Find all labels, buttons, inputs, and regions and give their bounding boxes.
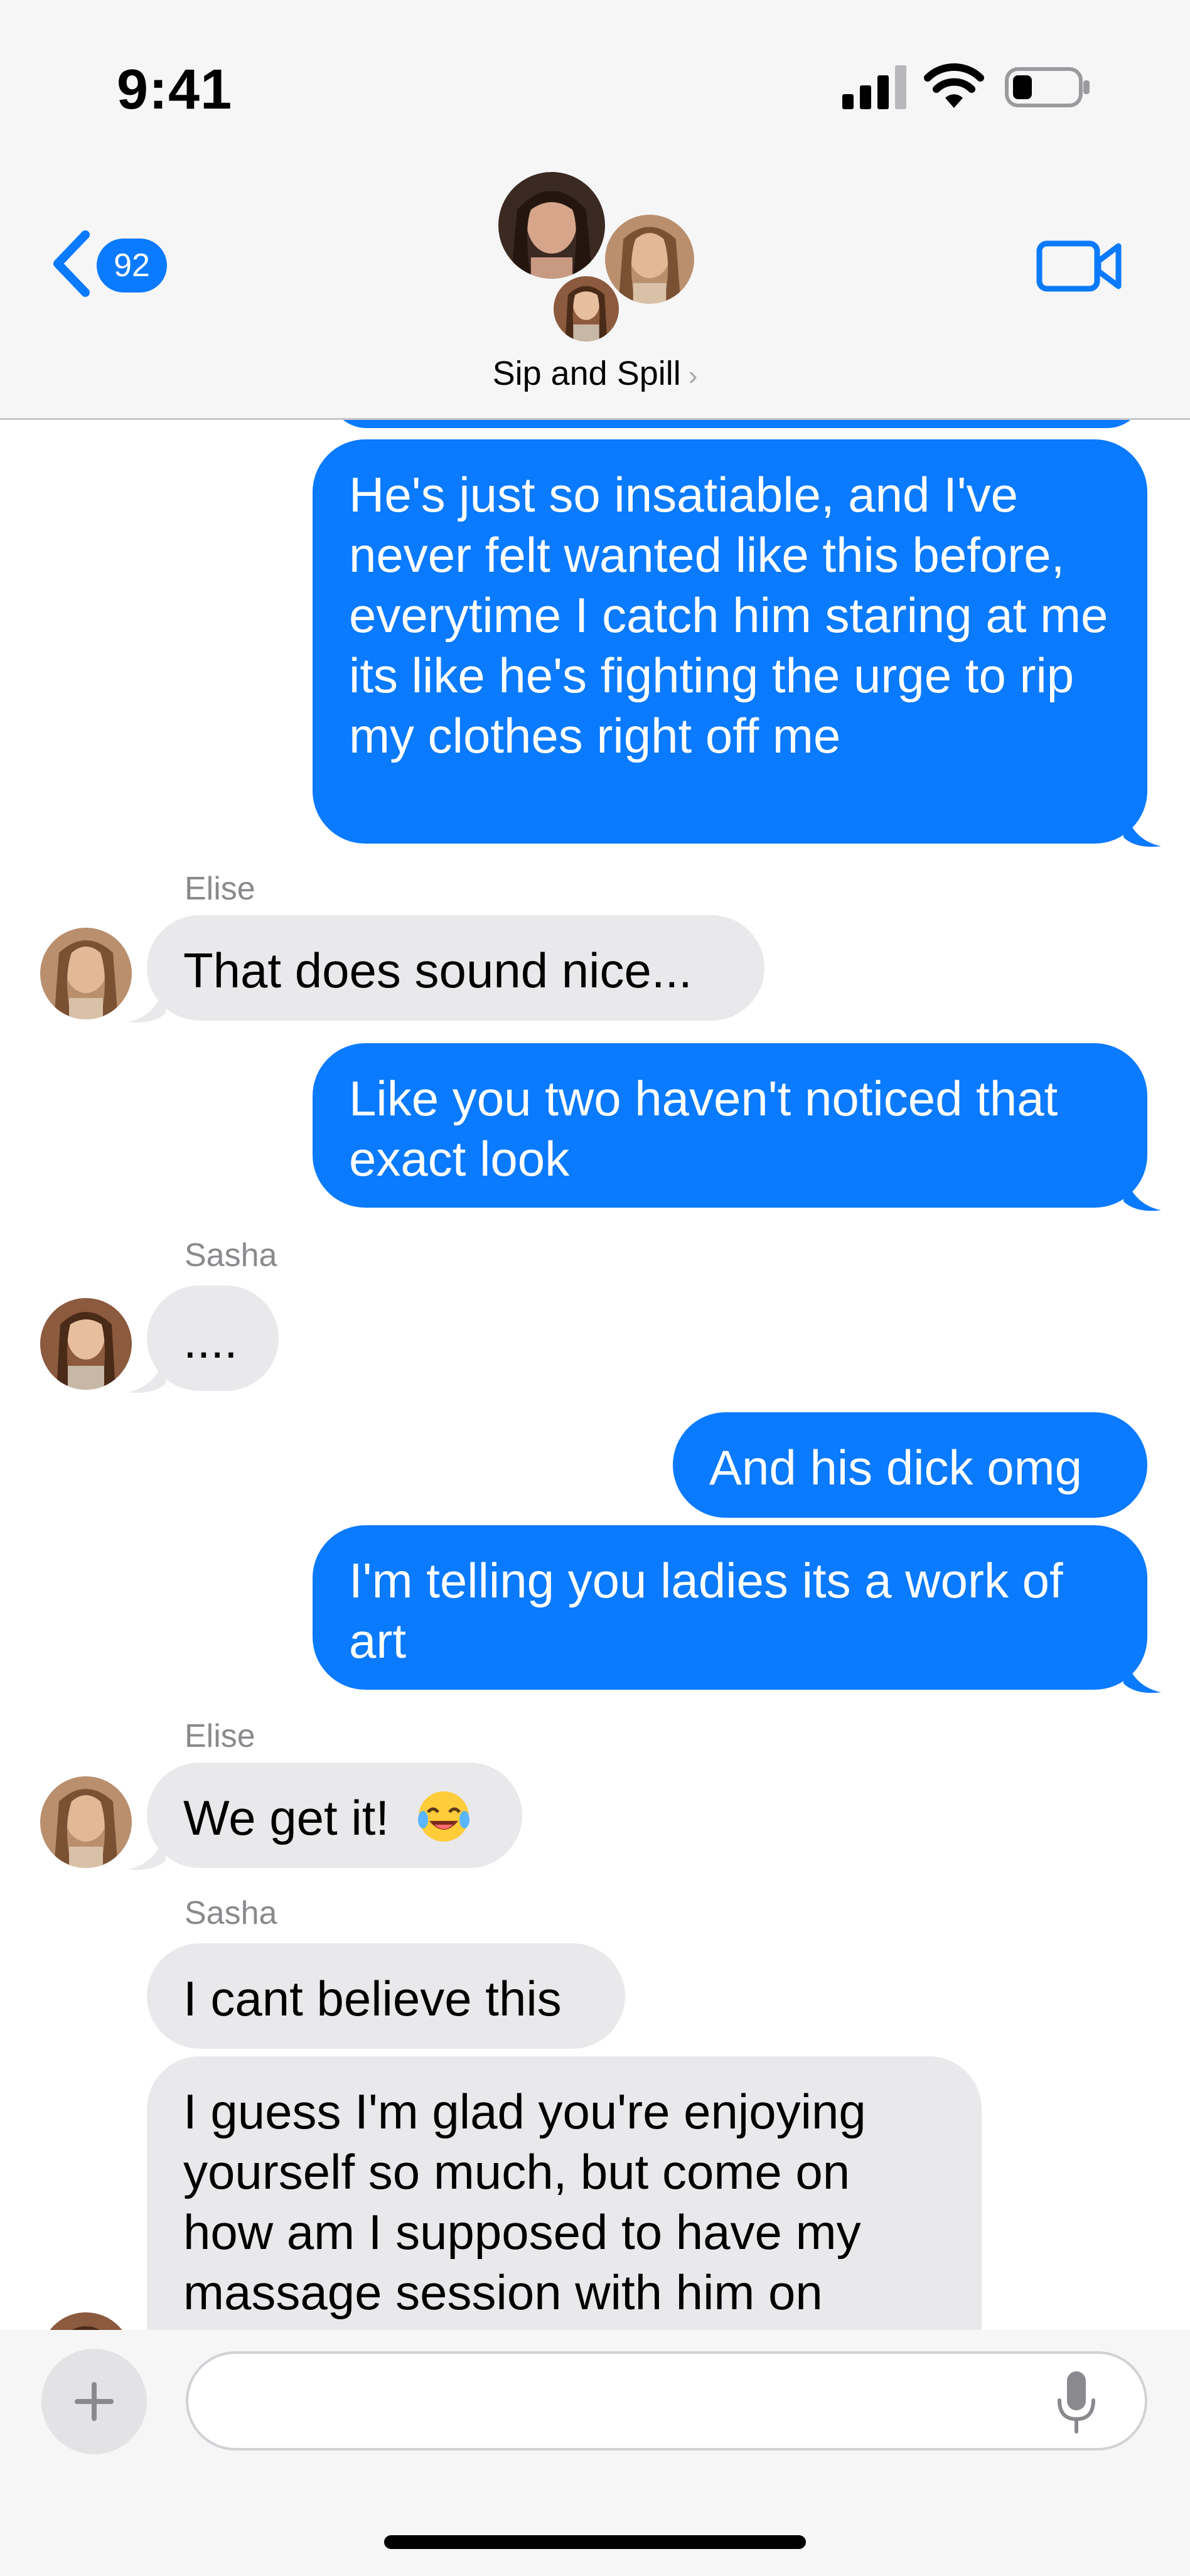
message-bubble-incoming[interactable]: .... bbox=[147, 1285, 279, 1391]
bubble-tail bbox=[128, 1351, 166, 1393]
message-text: Like you two haven't noticed that exact … bbox=[349, 1071, 1058, 1186]
cellular-signal-icon bbox=[842, 65, 906, 109]
add-attachment-button[interactable] bbox=[41, 2349, 147, 2454]
sender-name: Elise bbox=[185, 871, 255, 907]
message-bubble-outgoing[interactable]: And his dick omg bbox=[673, 1412, 1147, 1518]
unread-count-badge[interactable]: 92 bbox=[97, 239, 167, 292]
message-bubble-incoming[interactable]: That does sound nice... bbox=[147, 915, 764, 1021]
group-avatar-3 bbox=[551, 274, 621, 344]
messages-screen: He's just so insatiable, and I've never … bbox=[0, 0, 1190, 2576]
battery-icon bbox=[1005, 67, 1090, 107]
message-text: I'm telling you ladies its a work of art bbox=[349, 1553, 1063, 1668]
group-avatar-1 bbox=[496, 169, 608, 281]
avatar-sasha[interactable] bbox=[40, 1298, 132, 1390]
group-name[interactable]: Sip and Spill › bbox=[0, 354, 1190, 393]
status-time: 9:41 bbox=[117, 58, 233, 121]
message-bubble-outgoing[interactable]: I'm telling you ladies its a work of art bbox=[313, 1525, 1147, 1690]
avatar-elise[interactable] bbox=[40, 1776, 132, 1868]
bubble-tail bbox=[128, 1828, 166, 1870]
bubble-tail bbox=[1123, 805, 1161, 847]
message-text: .... bbox=[183, 1313, 238, 1368]
wifi-icon bbox=[924, 63, 984, 108]
bubble-tail bbox=[128, 980, 166, 1023]
message-text: And his dick omg bbox=[709, 1440, 1082, 1495]
microphone-icon[interactable] bbox=[1054, 2369, 1098, 2435]
avatar-elise[interactable] bbox=[40, 928, 132, 1019]
face-with-tears-of-joy-icon bbox=[417, 1791, 469, 1842]
sender-name: Elise bbox=[185, 1718, 255, 1754]
video-camera-icon[interactable] bbox=[1036, 236, 1123, 296]
plus-icon bbox=[75, 2382, 114, 2421]
bubble-tail bbox=[1123, 1651, 1161, 1693]
message-text: That does sound nice... bbox=[183, 943, 692, 998]
message-bubble-incoming[interactable]: We get it! bbox=[147, 1763, 522, 1868]
message-bubble-outgoing[interactable]: He's just so insatiable, and I've never … bbox=[313, 439, 1147, 844]
message-text: He's just so insatiable, and I've never … bbox=[349, 467, 1108, 763]
sender-name: Sasha bbox=[185, 1895, 277, 1931]
home-indicator[interactable] bbox=[384, 2535, 806, 2549]
sender-name: Sasha bbox=[185, 1237, 277, 1274]
message-text: I guess I'm glad you're enjoying yoursel… bbox=[183, 2084, 866, 2320]
message-bubble-outgoing[interactable]: Like you two haven't noticed that exact … bbox=[313, 1043, 1147, 1208]
message-text: I cant believe this bbox=[183, 1971, 562, 2026]
group-name-text: Sip and Spill bbox=[492, 355, 681, 392]
message-input[interactable] bbox=[186, 2351, 1147, 2450]
message-bubble-incoming[interactable]: I cant believe this bbox=[147, 1943, 625, 2049]
group-avatar-stack[interactable] bbox=[496, 169, 709, 352]
chevron-right-icon: › bbox=[688, 360, 698, 391]
chevron-left-icon[interactable] bbox=[44, 226, 100, 301]
conversation-header: 9:41 92 Sip and Spill › bbox=[0, 0, 1190, 420]
message-text: We get it! bbox=[183, 1790, 390, 1845]
bubble-tail bbox=[1123, 1169, 1161, 1211]
